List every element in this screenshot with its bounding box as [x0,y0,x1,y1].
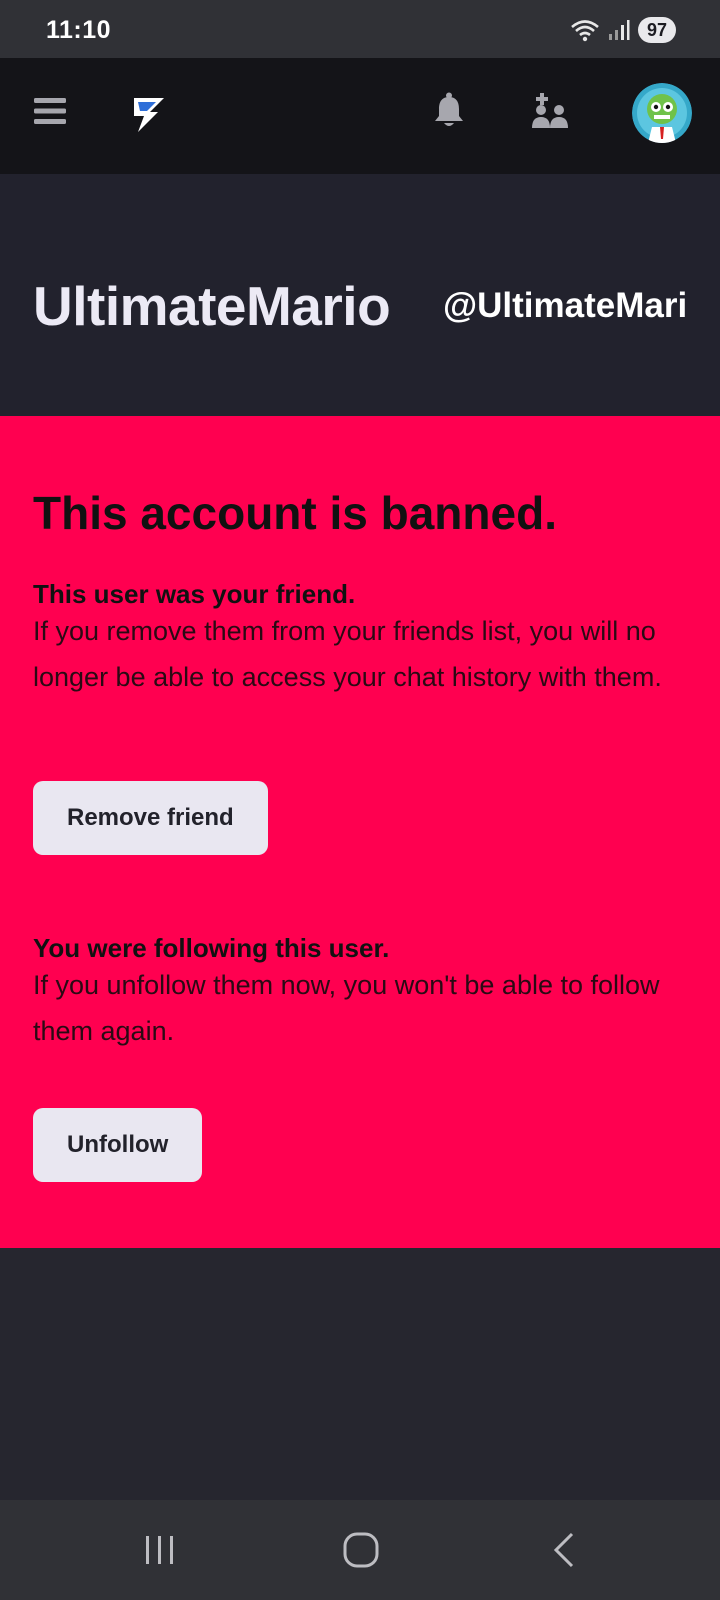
friend-section-body: If you remove them from your friends lis… [33,616,662,692]
system-nav-bar [0,1500,720,1600]
back-icon[interactable] [552,1532,576,1568]
display-name: UltimateMario [33,275,391,337]
user-handle: @UltimateMari [443,286,688,325]
app-header [0,58,720,174]
home-icon[interactable] [343,1532,379,1568]
lightning-logo-icon[interactable] [128,94,168,134]
follow-section-body: If you unfollow them now, you won't be a… [33,970,660,1046]
status-time: 11:10 [46,16,112,44]
wifi-icon [571,20,599,42]
status-bar: 11:10 97 [0,0,720,58]
banned-title: This account is banned. [33,487,557,539]
banned-notice-panel: This account is banned. This user was yo… [0,416,720,1248]
unfollow-button[interactable]: Unfollow [33,1108,203,1182]
battery-indicator: 97 [637,17,676,43]
menu-icon[interactable] [34,96,66,126]
remove-friend-button[interactable]: Remove friend [33,781,268,855]
add-friend-icon[interactable] [530,92,570,132]
bell-icon[interactable] [433,92,465,128]
profile-header: UltimateMario @UltimateMari [0,174,720,416]
avatar[interactable] [632,83,692,143]
recents-icon[interactable] [144,1534,176,1566]
signal-icon [608,20,630,40]
friend-section-title: This user was your friend. [33,579,356,609]
status-icons: 97 [570,16,676,44]
follow-section-title: You were following this user. [33,933,390,963]
